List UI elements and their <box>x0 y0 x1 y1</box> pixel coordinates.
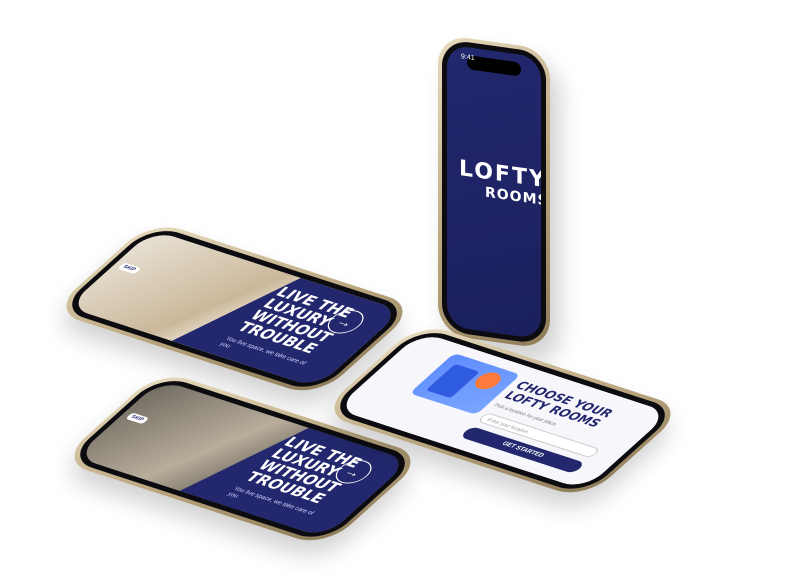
mockup-stage: 9:41 LOFTY ROOMS SKIP LIVE THE LUXURY WI… <box>0 0 808 587</box>
arrow-right-icon: → <box>332 313 360 331</box>
phone-splash: 9:41 LOFTY ROOMS <box>438 34 550 350</box>
splash-screen: 9:41 LOFTY ROOMS <box>447 44 541 340</box>
phone-hero-top: SKIP LIVE THE LUXURY WITHOUT TROUBLE You… <box>50 220 419 398</box>
arrow-right-icon: → <box>340 463 368 481</box>
